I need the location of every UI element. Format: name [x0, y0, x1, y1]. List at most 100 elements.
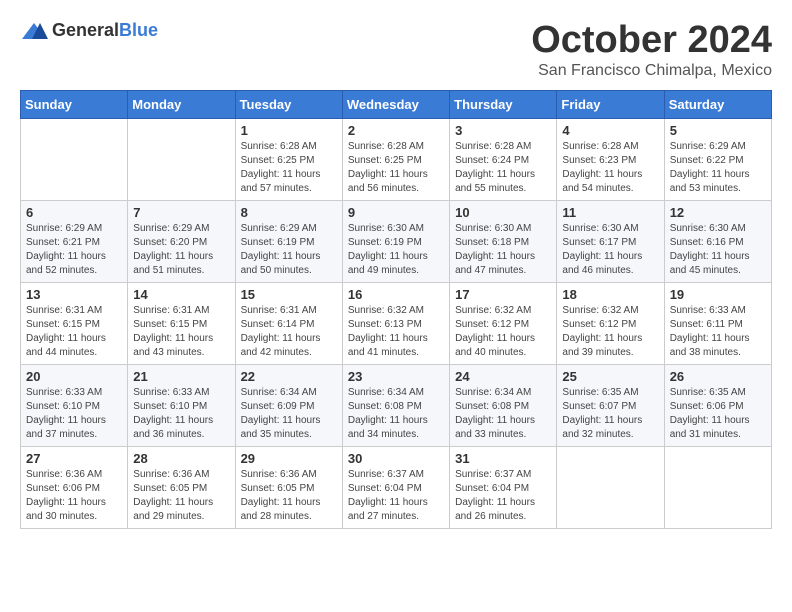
day-info: Sunrise: 6:29 AM Sunset: 6:20 PM Dayligh… [133, 222, 229, 278]
day-info: Sunrise: 6:28 AM Sunset: 6:25 PM Dayligh… [348, 140, 444, 196]
day-number: 5 [670, 123, 766, 138]
calendar-week-row: 1Sunrise: 6:28 AM Sunset: 6:25 PM Daylig… [21, 118, 772, 200]
day-number: 15 [241, 287, 337, 302]
calendar-cell: 25 Sunrise: 6:35 AM Sunset: 6:07 PM Dayli… [557, 364, 664, 446]
day-info: Sunrise: 6:32 AM Sunset: 6:13 PM Dayligh… [348, 304, 444, 360]
calendar-cell: 19Sunrise: 6:33 AM Sunset: 6:11 PM Dayli… [664, 282, 771, 364]
day-number: 25 [562, 369, 658, 384]
day-info: Sunrise: 6:29 AM Sunset: 6:22 PM Dayligh… [670, 140, 766, 196]
calendar-cell: 22 Sunrise: 6:34 AM Sunset: 6:09 PM Dayli… [235, 364, 342, 446]
day-info: Sunrise: 6:31 AM Sunset: 6:15 PM Dayligh… [133, 304, 229, 360]
calendar-cell: 8 Sunrise: 6:29 AM Sunset: 6:19 PM Daylig… [235, 200, 342, 282]
calendar-cell: 17Sunrise: 6:32 AM Sunset: 6:12 PM Dayli… [450, 282, 557, 364]
weekday-header-wednesday: Wednesday [342, 90, 449, 118]
day-number: 22 [241, 369, 337, 384]
day-info: Sunrise: 6:34 AM Sunset: 6:09 PM Dayligh… [241, 386, 337, 442]
weekday-header-friday: Friday [557, 90, 664, 118]
day-info: Sunrise: 6:33 AM Sunset: 6:10 PM Dayligh… [26, 386, 122, 442]
logo: GeneralBlue [20, 20, 158, 41]
day-number: 20 [26, 369, 122, 384]
day-info: Sunrise: 6:31 AM Sunset: 6:15 PM Dayligh… [26, 304, 122, 360]
day-info: Sunrise: 6:36 AM Sunset: 6:05 PM Dayligh… [241, 468, 337, 524]
day-info: Sunrise: 6:35 AM Sunset: 6:07 PM Dayligh… [562, 386, 658, 442]
calendar-cell: 18Sunrise: 6:32 AM Sunset: 6:12 PM Dayli… [557, 282, 664, 364]
page-header: GeneralBlue October 2024 San Francisco C… [20, 20, 772, 80]
day-info: Sunrise: 6:36 AM Sunset: 6:06 PM Dayligh… [26, 468, 122, 524]
calendar-cell: 23 Sunrise: 6:34 AM Sunset: 6:08 PM Dayli… [342, 364, 449, 446]
calendar-week-row: 13 Sunrise: 6:31 AM Sunset: 6:15 PM Dayli… [21, 282, 772, 364]
day-info: Sunrise: 6:30 AM Sunset: 6:16 PM Dayligh… [670, 222, 766, 278]
calendar-cell: 4 Sunrise: 6:28 AM Sunset: 6:23 PM Daylig… [557, 118, 664, 200]
calendar-cell [664, 446, 771, 528]
day-info: Sunrise: 6:30 AM Sunset: 6:17 PM Dayligh… [562, 222, 658, 278]
calendar-cell: 13 Sunrise: 6:31 AM Sunset: 6:15 PM Dayli… [21, 282, 128, 364]
calendar-cell: 10 Sunrise: 6:30 AM Sunset: 6:18 PM Dayli… [450, 200, 557, 282]
day-number: 12 [670, 205, 766, 220]
calendar-cell: 29 Sunrise: 6:36 AM Sunset: 6:05 PM Dayli… [235, 446, 342, 528]
day-number: 8 [241, 205, 337, 220]
day-info: Sunrise: 6:35 AM Sunset: 6:06 PM Dayligh… [670, 386, 766, 442]
day-number: 16 [348, 287, 444, 302]
day-info: Sunrise: 6:30 AM Sunset: 6:18 PM Dayligh… [455, 222, 551, 278]
calendar-cell: 14 Sunrise: 6:31 AM Sunset: 6:15 PM Dayli… [128, 282, 235, 364]
calendar-table: SundayMondayTuesdayWednesdayThursdayFrid… [20, 90, 772, 529]
day-number: 9 [348, 205, 444, 220]
weekday-header-monday: Monday [128, 90, 235, 118]
calendar-week-row: 20 Sunrise: 6:33 AM Sunset: 6:10 PM Dayli… [21, 364, 772, 446]
calendar-cell: 9 Sunrise: 6:30 AM Sunset: 6:19 PM Daylig… [342, 200, 449, 282]
day-number: 4 [562, 123, 658, 138]
logo-icon [20, 21, 48, 41]
day-number: 7 [133, 205, 229, 220]
day-info: Sunrise: 6:34 AM Sunset: 6:08 PM Dayligh… [348, 386, 444, 442]
month-title: October 2024 [531, 20, 772, 62]
calendar-cell: 3 Sunrise: 6:28 AM Sunset: 6:24 PM Daylig… [450, 118, 557, 200]
calendar-week-row: 6 Sunrise: 6:29 AM Sunset: 6:21 PM Daylig… [21, 200, 772, 282]
day-info: Sunrise: 6:34 AM Sunset: 6:08 PM Dayligh… [455, 386, 551, 442]
day-info: Sunrise: 6:29 AM Sunset: 6:21 PM Dayligh… [26, 222, 122, 278]
calendar-cell: 28Sunrise: 6:36 AM Sunset: 6:05 PM Dayli… [128, 446, 235, 528]
calendar-cell: 31Sunrise: 6:37 AM Sunset: 6:04 PM Dayli… [450, 446, 557, 528]
calendar-cell: 20 Sunrise: 6:33 AM Sunset: 6:10 PM Dayli… [21, 364, 128, 446]
calendar-cell: 26 Sunrise: 6:35 AM Sunset: 6:06 PM Dayli… [664, 364, 771, 446]
title-area: October 2024 San Francisco Chimalpa, Mex… [531, 20, 772, 80]
day-info: Sunrise: 6:29 AM Sunset: 6:19 PM Dayligh… [241, 222, 337, 278]
calendar-cell: 5 Sunrise: 6:29 AM Sunset: 6:22 PM Daylig… [664, 118, 771, 200]
calendar-cell: 6 Sunrise: 6:29 AM Sunset: 6:21 PM Daylig… [21, 200, 128, 282]
day-number: 10 [455, 205, 551, 220]
weekday-header-sunday: Sunday [21, 90, 128, 118]
day-info: Sunrise: 6:33 AM Sunset: 6:10 PM Dayligh… [133, 386, 229, 442]
location-title: San Francisco Chimalpa, Mexico [531, 62, 772, 80]
day-number: 14 [133, 287, 229, 302]
calendar-cell [128, 118, 235, 200]
day-number: 2 [348, 123, 444, 138]
day-info: Sunrise: 6:28 AM Sunset: 6:24 PM Dayligh… [455, 140, 551, 196]
day-info: Sunrise: 6:28 AM Sunset: 6:25 PM Dayligh… [241, 140, 337, 196]
day-info: Sunrise: 6:30 AM Sunset: 6:19 PM Dayligh… [348, 222, 444, 278]
calendar-cell: 12 Sunrise: 6:30 AM Sunset: 6:16 PM Dayli… [664, 200, 771, 282]
day-number: 13 [26, 287, 122, 302]
day-number: 18 [562, 287, 658, 302]
day-number: 24 [455, 369, 551, 384]
calendar-cell: 1Sunrise: 6:28 AM Sunset: 6:25 PM Daylig… [235, 118, 342, 200]
calendar-cell [557, 446, 664, 528]
calendar-cell: 7 Sunrise: 6:29 AM Sunset: 6:20 PM Daylig… [128, 200, 235, 282]
calendar-cell: 16 Sunrise: 6:32 AM Sunset: 6:13 PM Dayli… [342, 282, 449, 364]
day-number: 27 [26, 451, 122, 466]
day-number: 29 [241, 451, 337, 466]
day-number: 21 [133, 369, 229, 384]
calendar-cell: 11Sunrise: 6:30 AM Sunset: 6:17 PM Dayli… [557, 200, 664, 282]
day-number: 6 [26, 205, 122, 220]
day-number: 19 [670, 287, 766, 302]
day-number: 3 [455, 123, 551, 138]
day-number: 23 [348, 369, 444, 384]
calendar-cell: 27 Sunrise: 6:36 AM Sunset: 6:06 PM Dayli… [21, 446, 128, 528]
day-info: Sunrise: 6:37 AM Sunset: 6:04 PM Dayligh… [348, 468, 444, 524]
day-number: 28 [133, 451, 229, 466]
weekday-header-row: SundayMondayTuesdayWednesdayThursdayFrid… [21, 90, 772, 118]
day-info: Sunrise: 6:32 AM Sunset: 6:12 PM Dayligh… [455, 304, 551, 360]
weekday-header-tuesday: Tuesday [235, 90, 342, 118]
calendar-cell: 2 Sunrise: 6:28 AM Sunset: 6:25 PM Daylig… [342, 118, 449, 200]
day-info: Sunrise: 6:28 AM Sunset: 6:23 PM Dayligh… [562, 140, 658, 196]
day-number: 26 [670, 369, 766, 384]
logo-text-general: General [52, 20, 119, 40]
